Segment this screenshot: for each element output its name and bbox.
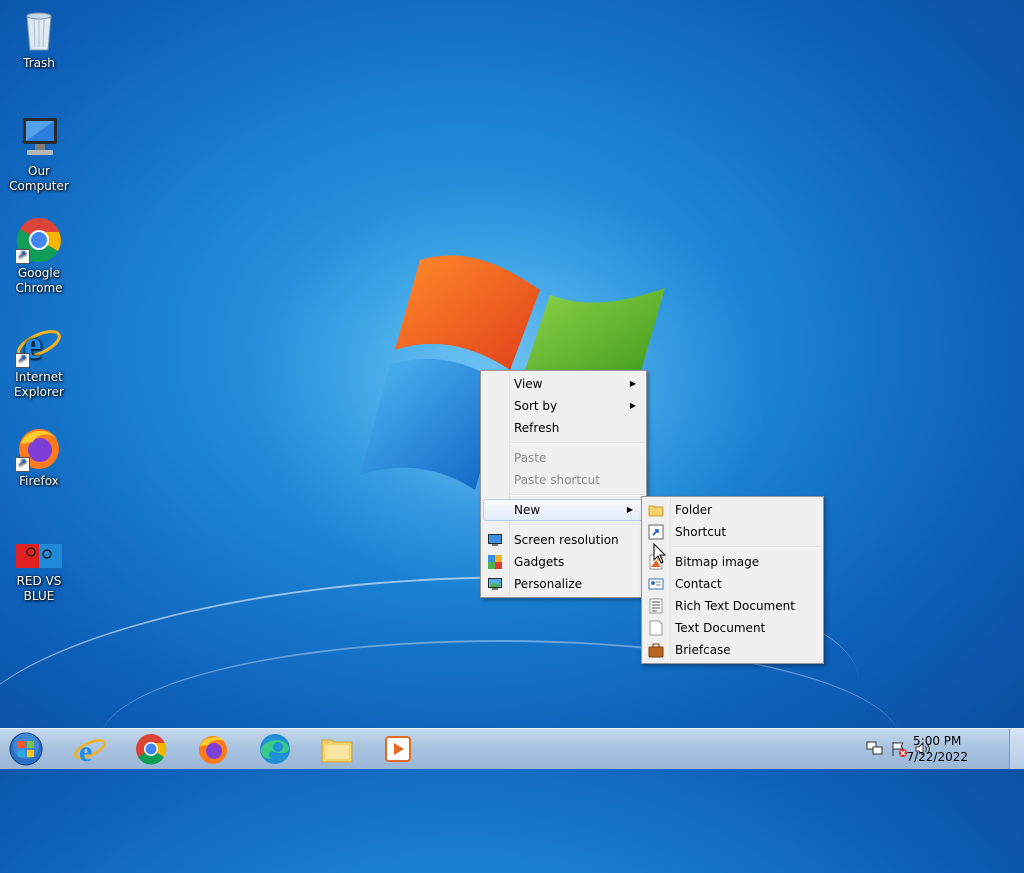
computer-icon — [15, 114, 63, 162]
taskbar-file-explorer-icon[interactable] — [315, 732, 359, 766]
menu-item-sort-by[interactable]: Sort by ▶ — [481, 395, 646, 417]
clock-date: 7/22/2022 — [906, 750, 968, 764]
svg-text:e: e — [79, 735, 92, 766]
menu-item-label: Personalize — [514, 577, 583, 591]
taskbar-edge-icon[interactable] — [253, 732, 297, 766]
menu-item-label: View — [514, 377, 543, 391]
submenu-item-rich-text-document[interactable]: Rich Text Document — [642, 595, 823, 617]
red-vs-blue-icon — [15, 538, 63, 572]
desktop-icon-label: Our Computer — [9, 164, 69, 193]
menu-item-label: Rich Text Document — [675, 599, 795, 613]
action-center-flag-icon[interactable] — [890, 741, 908, 757]
menu-item-screen-resolution[interactable]: Screen resolution — [481, 529, 646, 551]
personalize-icon — [487, 576, 503, 592]
menu-separator — [511, 524, 644, 526]
show-desktop-button[interactable] — [1009, 729, 1024, 769]
desktop-context-menu: View ▶ Sort by ▶ Refresh Paste Paste sho… — [480, 370, 647, 598]
menu-item-label: New — [514, 503, 541, 517]
system-clock[interactable]: 5:00 PM 7/22/2022 — [906, 733, 968, 765]
submenu-item-text-document[interactable]: Text Document — [642, 617, 823, 639]
network-icon[interactable] — [866, 741, 884, 757]
submenu-item-briefcase[interactable]: Briefcase — [642, 639, 823, 661]
taskbar: e 5:00 PM 7/22/2022 — [0, 728, 1024, 769]
desktop-icon-firefox[interactable]: Firefox — [1, 424, 77, 489]
menu-item-label: Gadgets — [514, 555, 565, 569]
submenu-item-folder[interactable]: Folder — [642, 499, 823, 521]
gadgets-icon — [487, 554, 503, 570]
menu-item-label: Bitmap image — [675, 555, 760, 569]
chrome-icon — [15, 216, 63, 264]
menu-item-paste-shortcut[interactable]: Paste shortcut — [481, 469, 646, 491]
submenu-item-contact[interactable]: Contact — [642, 573, 823, 595]
desktop-icon-label: Trash — [23, 56, 55, 70]
clock-time: 5:00 PM — [913, 734, 962, 748]
contact-icon — [648, 576, 664, 592]
submenu-item-shortcut[interactable]: Shortcut — [642, 521, 823, 543]
shortcut-arrow-icon — [15, 351, 30, 368]
desktop-icon-red-vs-blue[interactable]: RED VS BLUE — [1, 538, 77, 604]
shortcut-icon — [648, 524, 664, 540]
menu-item-refresh[interactable]: Refresh — [481, 417, 646, 439]
menu-item-gadgets[interactable]: Gadgets — [481, 551, 646, 573]
shortcut-arrow-icon — [15, 247, 30, 264]
text-document-icon — [648, 620, 664, 636]
desktop-icon-trash[interactable]: Trash — [1, 6, 77, 71]
folder-icon — [648, 502, 664, 518]
submenu-arrow-icon: ▶ — [629, 401, 636, 410]
menu-item-label: Sort by — [514, 399, 558, 413]
menu-item-label: Briefcase — [675, 643, 731, 657]
screen-resolution-icon — [487, 532, 503, 548]
shortcut-arrow-icon — [15, 455, 30, 472]
menu-item-label: Contact — [675, 577, 722, 591]
desktop-icon-internet-explorer[interactable]: e Internet Explorer — [1, 320, 77, 400]
briefcase-icon — [648, 642, 664, 658]
taskbar-media-player-icon[interactable] — [376, 732, 420, 766]
menu-separator — [511, 442, 644, 444]
desktop-icon-computer[interactable]: Our Computer — [1, 114, 77, 194]
firefox-icon — [15, 424, 63, 472]
mouse-cursor-icon — [653, 543, 667, 564]
desktop-icon-chrome[interactable]: Google Chrome — [1, 216, 77, 296]
taskbar-firefox-icon[interactable] — [191, 732, 235, 766]
menu-item-label: Paste — [514, 451, 547, 465]
submenu-item-bitmap-image[interactable]: Bitmap image — [642, 551, 823, 573]
new-submenu: Folder Shortcut Bitmap image Contact Ric… — [641, 496, 824, 664]
submenu-arrow-icon: ▶ — [626, 505, 633, 514]
internet-explorer-icon: e — [15, 320, 63, 368]
desktop-icon-label: RED VS BLUE — [16, 574, 62, 603]
menu-item-personalize[interactable]: Personalize — [481, 573, 646, 595]
desktop-icon-label: Internet Explorer — [14, 370, 64, 399]
menu-item-label: Shortcut — [675, 525, 727, 539]
menu-item-label: Text Document — [675, 621, 766, 635]
menu-separator — [672, 546, 821, 548]
start-button[interactable] — [6, 731, 46, 767]
menu-item-paste[interactable]: Paste — [481, 447, 646, 469]
menu-item-label: Paste shortcut — [514, 473, 600, 487]
menu-separator — [511, 494, 644, 496]
menu-item-new[interactable]: New ▶ — [483, 499, 644, 521]
menu-item-label: Folder — [675, 503, 713, 517]
rich-text-document-icon — [648, 598, 664, 614]
menu-item-view[interactable]: View ▶ — [481, 373, 646, 395]
menu-item-label: Screen resolution — [514, 533, 619, 547]
taskbar-internet-explorer-icon[interactable]: e — [68, 732, 112, 768]
trash-icon — [15, 6, 63, 54]
taskbar-chrome-icon[interactable] — [129, 732, 173, 766]
submenu-arrow-icon: ▶ — [629, 379, 636, 388]
menu-item-label: Refresh — [514, 421, 560, 435]
desktop-icon-label: Firefox — [19, 474, 59, 488]
desktop-icon-label: Google Chrome — [15, 266, 63, 295]
